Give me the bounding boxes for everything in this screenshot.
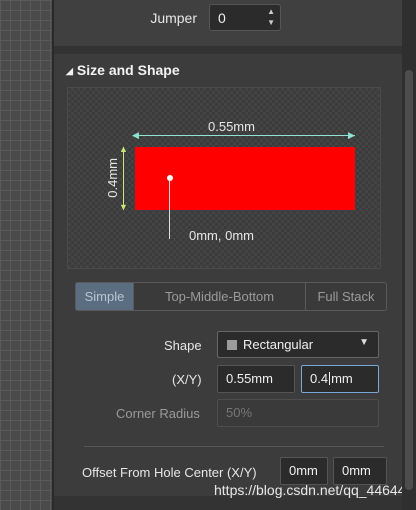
- offset-x-input[interactable]: 0mm: [280, 457, 328, 485]
- properties-panel: Jumper 0 ▲ ▼ ◢ Size and Shape ◀ ▶ 0.55mm ▲…: [54, 0, 416, 510]
- shape-label: Shape: [164, 338, 202, 353]
- panel-bottom-bar: [54, 496, 402, 510]
- jumper-value: 0: [218, 10, 226, 26]
- tab-simple[interactable]: Simple: [76, 283, 134, 310]
- height-dimension-text: 0.4mm: [105, 158, 120, 198]
- watermark-text: https://blog.csdn.net/qq_44644740: [214, 482, 416, 498]
- spin-arrows-icon[interactable]: ▲ ▼: [267, 6, 275, 28]
- stack-mode-tabs: Simple Top-Middle-Bottom Full Stack: [75, 282, 387, 311]
- offset-label: Offset From Hole Center (X/Y): [82, 465, 257, 480]
- corner-radius-label: Corner Radius: [116, 406, 200, 421]
- arrow-right-icon: ▶: [348, 130, 355, 140]
- pad-preview: ◀ ▶ 0.55mm ▲ ▼ 0.4mm 0mm, 0mm: [67, 87, 381, 269]
- size-y-input[interactable]: 0.4 mm: [301, 365, 379, 393]
- shape-value: Rectangular: [243, 337, 314, 352]
- text-cursor: [329, 372, 331, 385]
- tab-top-middle-bottom[interactable]: Top-Middle-Bottom: [134, 283, 306, 310]
- arrow-up-icon: ▲: [119, 144, 128, 154]
- height-dimension-line: [123, 147, 124, 210]
- jumper-row: Jumper 0 ▲ ▼: [54, 0, 402, 46]
- rectangle-swatch-icon: [227, 340, 237, 350]
- tab-full-stack[interactable]: Full Stack: [306, 283, 386, 310]
- width-dimension-line: [135, 135, 355, 136]
- section-title: Size and Shape: [76, 62, 180, 78]
- origin-coordinates: 0mm, 0mm: [189, 228, 254, 243]
- jumper-label: Jumper: [150, 10, 197, 26]
- arrow-left-icon: ◀: [132, 130, 139, 140]
- section-divider: [54, 46, 402, 54]
- xy-label: (X/Y): [172, 372, 202, 387]
- design-canvas-grid[interactable]: [0, 0, 54, 510]
- scrollbar-thumb[interactable]: [405, 70, 413, 490]
- corner-radius-input: 50%: [217, 399, 379, 427]
- shape-dropdown[interactable]: Rectangular ▼: [217, 331, 379, 358]
- width-dimension-text: 0.55mm: [208, 119, 255, 134]
- vertical-scrollbar[interactable]: [402, 0, 416, 510]
- size-x-input[interactable]: 0.55mm: [217, 365, 295, 393]
- separator: [84, 446, 384, 447]
- offset-y-input[interactable]: 0mm: [333, 457, 387, 485]
- jumper-stepper[interactable]: 0 ▲ ▼: [209, 4, 281, 31]
- collapse-triangle-icon[interactable]: ◢: [66, 66, 73, 76]
- chevron-down-icon[interactable]: ▼: [359, 337, 369, 348]
- origin-leader-line: [169, 181, 170, 239]
- arrow-down-icon: ▼: [119, 202, 128, 212]
- size-y-value: 0.4: [310, 371, 329, 386]
- size-y-unit: mm: [331, 371, 353, 386]
- pad-origin-marker: [167, 175, 173, 181]
- size-and-shape-header[interactable]: ◢ Size and Shape: [66, 62, 180, 78]
